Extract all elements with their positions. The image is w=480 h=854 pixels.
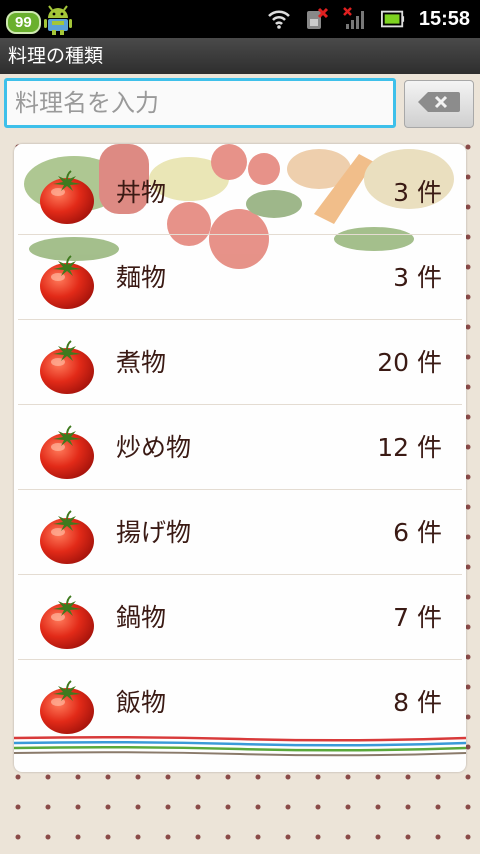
status-clock: 15:58 [418,7,470,30]
tomato-icon [38,253,96,311]
tomato-icon [38,338,96,396]
category-count: 3 件 [393,178,442,207]
backspace-icon [416,90,462,118]
category-count: 7 件 [393,603,442,632]
category-row[interactable]: 鍋物 7 件 [18,575,462,660]
status-bar: 99 15:58 [0,0,480,38]
tomato-icon [38,168,96,226]
category-count: 6 件 [393,518,442,547]
wifi-icon [267,7,291,31]
category-count: 20 件 [377,348,442,377]
category-label: 飯物 [116,688,167,717]
category-count: 8 件 [393,688,442,717]
no-signal-icon [342,7,367,31]
search-input[interactable] [4,78,396,128]
category-label: 麺物 [116,263,167,292]
category-label: 揚げ物 [116,518,192,547]
clear-button[interactable] [404,80,474,128]
category-row[interactable]: 炒め物 12 件 [18,405,462,490]
notification-badge[interactable]: 99 [6,10,41,34]
category-list-card: 丼物 3 件 麺物 3 件 煮物 20 件 炒め物 12 件 揚げ物 6 件 鍋… [14,144,466,772]
category-label: 煮物 [116,348,167,377]
category-row[interactable]: 飯物 8 件 [18,660,462,745]
search-row [0,74,480,134]
category-list: 丼物 3 件 麺物 3 件 煮物 20 件 炒め物 12 件 揚げ物 6 件 鍋… [14,150,466,745]
battery-icon [380,7,405,31]
category-count: 3 件 [393,263,442,292]
page-title: 料理の種類 [8,45,104,67]
category-label: 鍋物 [116,603,167,632]
tomato-icon [38,593,96,651]
category-row[interactable]: 麺物 3 件 [18,235,462,320]
tomato-icon [38,678,96,736]
category-label: 丼物 [116,178,167,207]
android-icon[interactable] [43,4,73,40]
category-label: 炒め物 [116,433,192,462]
app-title-bar: 料理の種類 [0,38,480,74]
category-row[interactable]: 丼物 3 件 [18,150,462,235]
category-row[interactable]: 揚げ物 6 件 [18,490,462,575]
category-row[interactable]: 煮物 20 件 [18,320,462,405]
tomato-icon [38,508,96,566]
decorative-stripes [14,735,466,757]
sim-error-icon [305,7,329,31]
category-count: 12 件 [377,433,442,462]
tomato-icon [38,423,96,481]
